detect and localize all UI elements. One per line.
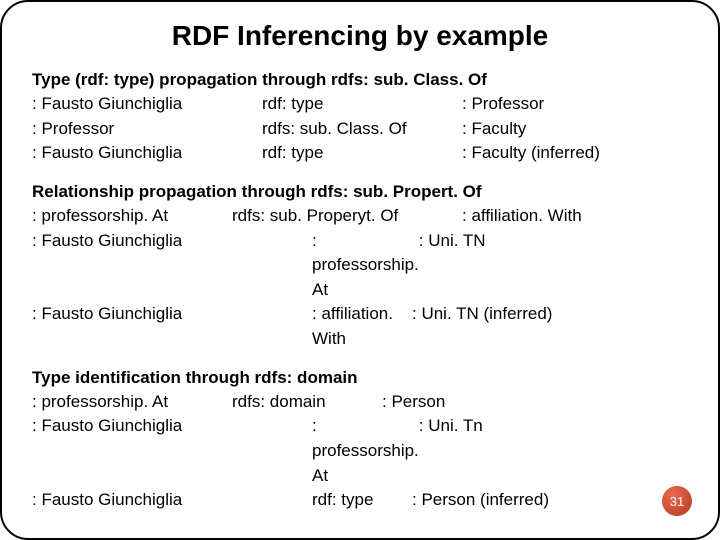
subject: : Fausto Giunchiglia <box>32 141 262 166</box>
subject: : professorship. At <box>32 390 232 415</box>
subject: : Fausto Giunchiglia <box>32 92 262 117</box>
object: : Uni. Tn <box>419 414 688 488</box>
page-number-badge: 31 <box>662 486 692 516</box>
object: : Uni. TN <box>419 229 688 303</box>
predicate: rdfs: domain <box>232 390 382 415</box>
object: : Person (inferred) <box>412 488 688 513</box>
triple-row: : Fausto Giunchiglia : professorship. At… <box>32 229 688 303</box>
subject: : Fausto Giunchiglia <box>32 229 232 303</box>
slide-frame: RDF Inferencing by example Type (rdf: ty… <box>0 0 720 540</box>
predicate: : professorship. At <box>232 414 419 488</box>
slide-title: RDF Inferencing by example <box>32 20 688 52</box>
triple-row: : professorship. At rdfs: domain : Perso… <box>32 390 688 415</box>
triple-row: : Professor rdfs: sub. Class. Of : Facul… <box>32 117 688 142</box>
section-type-propagation: Type (rdf: type) propagation through rdf… <box>32 70 688 166</box>
object: : Faculty (inferred) <box>462 141 688 166</box>
predicate: : affiliation. With <box>232 302 412 351</box>
subject: : Professor <box>32 117 262 142</box>
section-heading: Type identification through rdfs: domain <box>32 368 688 388</box>
predicate: : professorship. At <box>232 229 419 303</box>
triple-row: : professorship. At rdfs: sub. Properyt.… <box>32 204 688 229</box>
subject: : Fausto Giunchiglia <box>32 302 232 351</box>
triple-row: : Fausto Giunchiglia rdf: type : Profess… <box>32 92 688 117</box>
section-heading: Relationship propagation through rdfs: s… <box>32 182 688 202</box>
subject: : professorship. At <box>32 204 232 229</box>
predicate: rdf: type <box>262 141 462 166</box>
object: : affiliation. With <box>462 204 688 229</box>
triple-row: : Fausto Giunchiglia rdf: type : Faculty… <box>32 141 688 166</box>
section-heading: Type (rdf: type) propagation through rdf… <box>32 70 688 90</box>
section-relationship-propagation: Relationship propagation through rdfs: s… <box>32 182 688 352</box>
subject: : Fausto Giunchiglia <box>32 414 232 488</box>
object: : Uni. TN (inferred) <box>412 302 688 351</box>
predicate: rdfs: sub. Class. Of <box>262 117 462 142</box>
predicate: rdfs: sub. Properyt. Of <box>232 204 462 229</box>
triple-row: : Fausto Giunchiglia : professorship. At… <box>32 414 688 488</box>
predicate: rdf: type <box>262 92 462 117</box>
predicate: rdf: type <box>232 488 412 513</box>
triple-row: : Fausto Giunchiglia : affiliation. With… <box>32 302 688 351</box>
subject: : Fausto Giunchiglia <box>32 488 232 513</box>
object: : Person <box>382 390 688 415</box>
triple-row: : Fausto Giunchiglia rdf: type : Person … <box>32 488 688 513</box>
section-type-identification: Type identification through rdfs: domain… <box>32 368 688 513</box>
object: : Professor <box>462 92 688 117</box>
object: : Faculty <box>462 117 688 142</box>
